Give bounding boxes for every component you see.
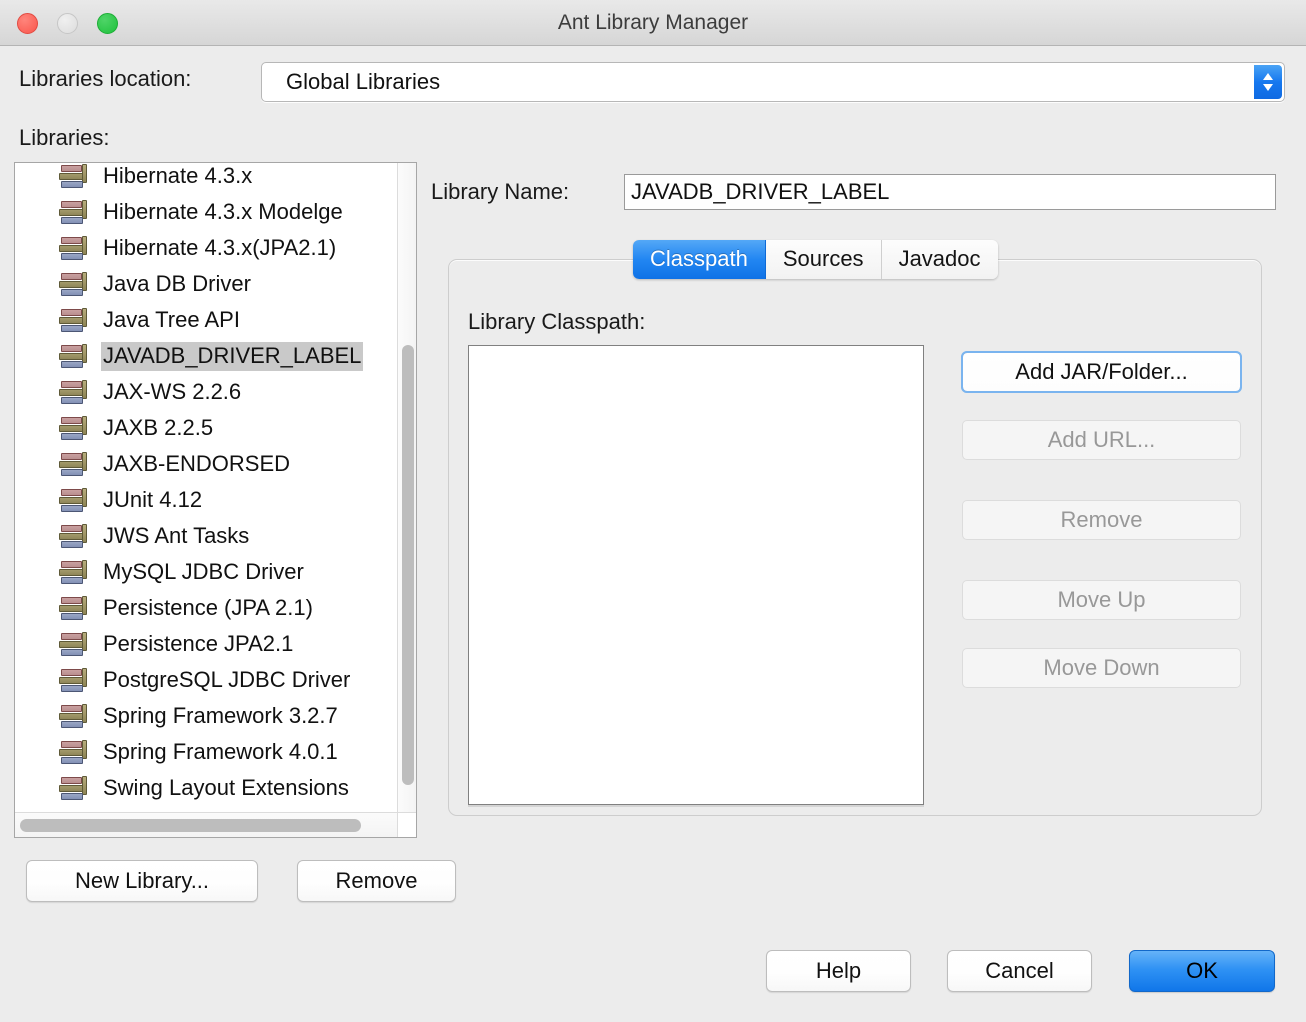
list-item[interactable]: JWS Ant Tasks (15, 518, 399, 554)
libraries-location-label: Libraries location: (19, 66, 192, 91)
move-down-button: Move Down (962, 648, 1241, 688)
classpath-tab-panel: Library Classpath: Add JAR/Folder... Add… (448, 259, 1262, 816)
list-item-label: JAXB-ENDORSED (103, 450, 291, 476)
help-button[interactable]: Help (766, 950, 911, 992)
scrollbar-thumb[interactable] (402, 345, 414, 785)
library-name-input[interactable] (624, 174, 1276, 210)
tab-classpath[interactable]: Classpath (633, 240, 766, 279)
libraries-list[interactable]: Hibernate 4.3.x Hibernate 4.3.x Modelge … (15, 163, 399, 813)
library-books-icon (59, 415, 89, 441)
library-books-icon (59, 379, 89, 405)
library-books-icon (59, 199, 89, 225)
list-item[interactable]: Swing Layout Extensions (15, 770, 399, 806)
scrollbar-corner (397, 812, 416, 837)
libraries-list-panel: Hibernate 4.3.x Hibernate 4.3.x Modelge … (14, 162, 417, 838)
library-books-icon (59, 523, 89, 549)
list-item-label: JAVADB_DRIVER_LABEL (101, 341, 364, 371)
chevron-up-down-icon[interactable] (1254, 65, 1282, 99)
new-library-button[interactable]: New Library... (26, 860, 258, 902)
window-title: Ant Library Manager (557, 11, 749, 34)
list-item[interactable]: PostgreSQL JDBC Driver (15, 662, 399, 698)
library-books-icon (59, 703, 89, 729)
list-item[interactable]: Spring Framework 4.0.1 (15, 734, 399, 770)
list-item-label: MySQL JDBC Driver (103, 558, 304, 584)
library-books-icon (59, 775, 89, 801)
move-up-button: Move Up (962, 580, 1241, 620)
list-item-label: Persistence (JPA 2.1) (103, 594, 313, 620)
library-books-icon (59, 487, 89, 513)
list-item-label: JAXB 2.2.5 (103, 414, 214, 440)
remove-classpath-button: Remove (962, 500, 1241, 540)
list-item-label: Spring Framework 3.2.7 (103, 702, 338, 728)
list-item-label: PostgreSQL JDBC Driver (103, 666, 351, 692)
list-item-label: Persistence JPA2.1 (103, 630, 294, 656)
list-item[interactable]: JAXB 2.2.5 (15, 410, 399, 446)
list-item[interactable]: Hibernate 4.3.x(JPA2.1) (15, 230, 399, 266)
scrollbar-thumb[interactable] (20, 819, 361, 832)
list-item[interactable]: Persistence (JPA 2.1) (15, 590, 399, 626)
library-books-icon (59, 739, 89, 765)
library-books-icon (59, 667, 89, 693)
library-name-label: Library Name: (431, 179, 570, 204)
library-books-icon (59, 595, 89, 621)
list-item-label: Swing Layout Extensions (103, 774, 349, 800)
library-books-icon (59, 271, 89, 297)
list-item-label: Spring Framework 4.0.1 (103, 738, 338, 764)
list-item-label: JAX-WS 2.2.6 (103, 378, 242, 404)
ok-button[interactable]: OK (1129, 950, 1275, 992)
list-item[interactable]: Java DB Driver (15, 266, 399, 302)
library-classpath-list[interactable] (468, 345, 924, 805)
library-books-icon (59, 235, 89, 261)
libraries-list-horizontal-scrollbar[interactable] (15, 812, 399, 837)
list-item-label: Hibernate 4.3.x Modelge (103, 198, 343, 224)
tab-sources[interactable]: Sources (765, 240, 882, 279)
list-item-label: Hibernate 4.3.x (103, 163, 253, 188)
list-item[interactable]: Hibernate 4.3.x (15, 163, 399, 194)
tab-javadoc[interactable]: Javadoc (881, 240, 998, 279)
list-item[interactable]: MySQL JDBC Driver (15, 554, 399, 590)
library-books-icon (59, 559, 89, 585)
library-classpath-label: Library Classpath: (468, 309, 646, 334)
detail-tabs: Classpath Sources Javadoc (633, 240, 998, 279)
list-item-label: JWS Ant Tasks (103, 522, 250, 548)
list-item[interactable]: JAXB-ENDORSED (15, 446, 399, 482)
list-item[interactable]: Spring Framework 3.2.7 (15, 698, 399, 734)
add-url-button: Add URL... (962, 420, 1241, 460)
list-item[interactable]: Java Tree API (15, 302, 399, 338)
list-item-selected[interactable]: JAVADB_DRIVER_LABEL (15, 338, 399, 374)
libraries-label: Libraries: (19, 125, 110, 150)
cancel-button[interactable]: Cancel (947, 950, 1092, 992)
library-books-icon (59, 451, 89, 477)
list-item-label: Hibernate 4.3.x(JPA2.1) (103, 234, 337, 260)
libraries-list-vertical-scrollbar[interactable] (397, 163, 416, 813)
list-item-label: Java DB Driver (103, 270, 251, 296)
library-books-icon (59, 307, 89, 333)
library-books-icon (59, 631, 89, 657)
list-item[interactable]: Persistence JPA2.1 (15, 626, 399, 662)
title-bar: Ant Library Manager (0, 0, 1306, 46)
list-item[interactable]: Hibernate 4.3.x Modelge (15, 194, 399, 230)
libraries-location-value: Global Libraries (286, 69, 441, 94)
ant-library-manager-window: Ant Library Manager Libraries location: … (0, 0, 1306, 1022)
library-books-icon (59, 343, 89, 369)
list-item-label: Java Tree API (103, 306, 240, 332)
library-books-icon (59, 163, 89, 189)
list-item-label: JUnit 4.12 (103, 486, 203, 512)
list-item[interactable]: JUnit 4.12 (15, 482, 399, 518)
add-jar-folder-button[interactable]: Add JAR/Folder... (961, 351, 1242, 393)
remove-library-button[interactable]: Remove (297, 860, 456, 902)
libraries-location-combobox[interactable]: Global Libraries (261, 62, 1285, 102)
list-item[interactable]: JAX-WS 2.2.6 (15, 374, 399, 410)
